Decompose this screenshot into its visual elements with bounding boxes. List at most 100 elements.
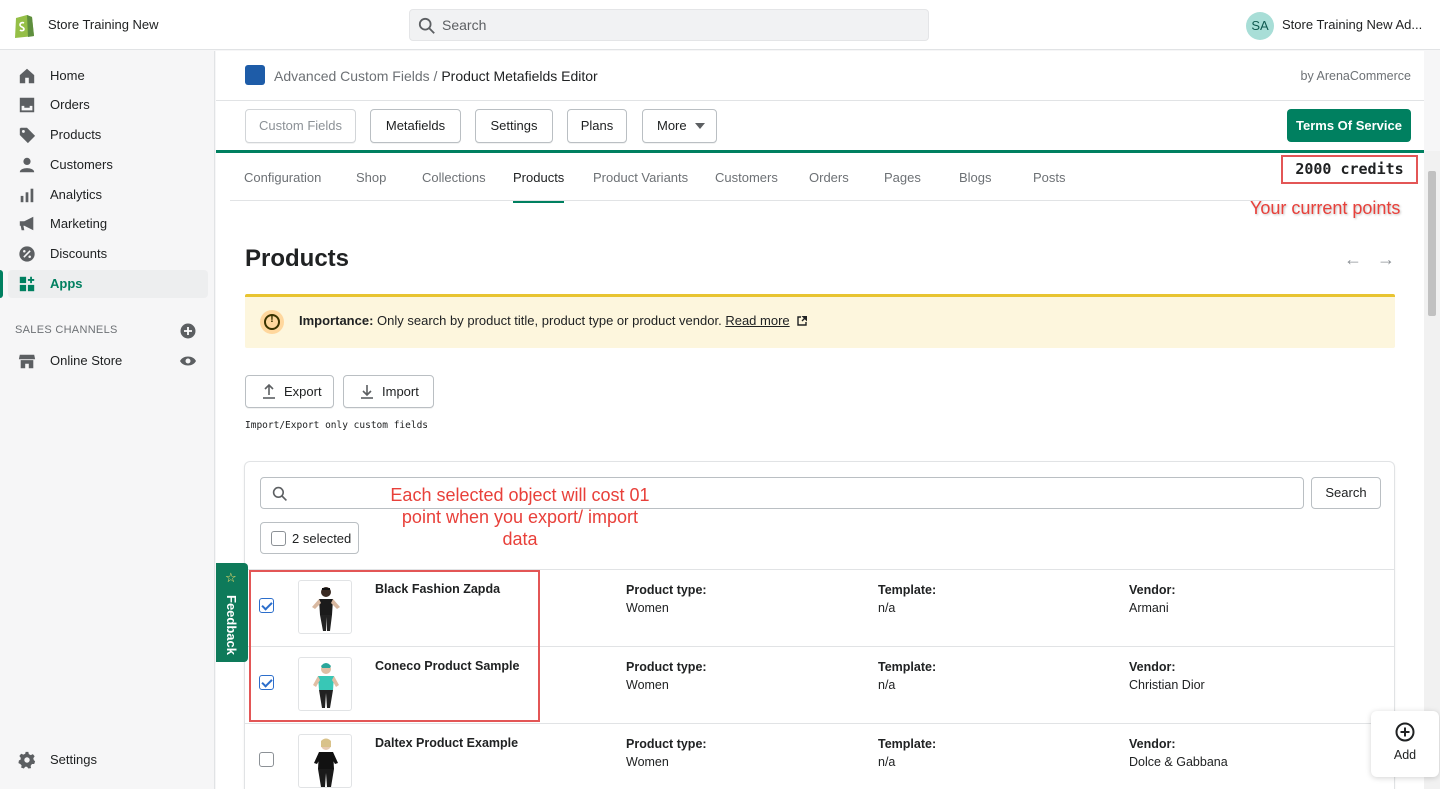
sidebar-item-label: Online Store — [50, 353, 123, 368]
tab-configuration[interactable]: Configuration — [244, 170, 321, 185]
feedback-label: Feedback — [224, 595, 239, 655]
sidebar-item-label: Home — [50, 68, 85, 83]
vendor-header: Vendor: — [1129, 737, 1176, 751]
settings-button[interactable]: Settings — [475, 109, 553, 143]
tab-collections[interactable]: Collections — [422, 170, 486, 185]
arrow-right-icon[interactable]: → — [1377, 249, 1395, 270]
scrollbar[interactable] — [1424, 151, 1440, 789]
app-byline: by ArenaCommerce — [1300, 69, 1411, 83]
product-type-value: Women — [626, 755, 669, 769]
plans-button[interactable]: Plans — [567, 109, 627, 143]
feedback-tab[interactable]: ☆ Feedback — [216, 563, 248, 662]
metafields-button[interactable]: Metafields — [370, 109, 461, 143]
resource-tabs: Configuration Shop Collections Products … — [230, 153, 1280, 203]
sidebar-item-label: Orders — [50, 97, 90, 112]
sidebar-item-label: Marketing — [50, 216, 108, 231]
product-type-value: Women — [626, 601, 669, 615]
bar-chart-icon — [20, 188, 34, 203]
star-icon: ☆ — [225, 570, 237, 585]
tab-blogs[interactable]: Blogs — [959, 170, 992, 185]
home-icon — [19, 68, 35, 84]
tab-product-variants[interactable]: Product Variants — [593, 170, 688, 185]
add-button[interactable]: Add — [1371, 711, 1439, 777]
export-button[interactable]: Export — [245, 375, 334, 408]
add-channel-icon[interactable] — [180, 323, 196, 339]
scroll-thumb[interactable] — [1428, 171, 1436, 316]
sidebar-item-label: Customers — [50, 157, 113, 172]
user-menu[interactable]: Store Training New Ad... — [1282, 17, 1422, 32]
sidebar-item-label: Analytics — [50, 187, 103, 202]
download-icon — [361, 385, 373, 399]
eye-icon[interactable] — [179, 354, 197, 368]
more-label: More — [657, 118, 687, 133]
avatar[interactable]: SA — [1246, 12, 1274, 40]
vendor-header: Vendor: — [1129, 660, 1176, 674]
shopify-logo-icon[interactable] — [12, 12, 36, 38]
caret-down-icon — [695, 123, 705, 129]
tab-posts[interactable]: Posts — [1033, 170, 1066, 185]
search-placeholder: Search — [442, 17, 487, 33]
import-label: Import — [382, 384, 419, 399]
sidebar-item-marketing[interactable]: Marketing — [8, 210, 208, 238]
vendor-value: Armani — [1129, 601, 1169, 615]
product-type-header: Product type: — [626, 583, 707, 597]
app-header: Advanced Custom Fields / Product Metafie… — [216, 51, 1424, 101]
tab-shop[interactable]: Shop — [356, 170, 386, 185]
store-name[interactable]: Store Training New — [48, 17, 159, 32]
credits-badge: 2000 credits — [1281, 155, 1418, 184]
sidebar: Home Orders Products Customers Analytics… — [0, 51, 215, 789]
add-label: Add — [1393, 748, 1417, 762]
sidebar-item-discounts[interactable]: Discounts — [8, 240, 208, 268]
breadcrumb-parent[interactable]: Advanced Custom Fields — [274, 68, 430, 84]
sidebar-item-online-store[interactable]: Online Store — [8, 347, 208, 375]
sidebar-item-orders[interactable]: Orders — [8, 91, 208, 119]
megaphone-icon — [19, 216, 34, 231]
app-toolbar: Custom Fields Metafields Settings Plans … — [216, 102, 1424, 150]
tab-orders[interactable]: Orders — [809, 170, 849, 185]
product-type-header: Product type: — [626, 737, 707, 751]
tab-pages[interactable]: Pages — [884, 170, 921, 185]
search-icon — [418, 17, 435, 34]
template-value: n/a — [878, 755, 896, 769]
product-thumbnail — [298, 734, 352, 788]
upload-icon — [263, 384, 275, 399]
external-link-icon[interactable] — [797, 315, 808, 326]
template-value: n/a — [878, 678, 896, 692]
template-header: Template: — [878, 737, 937, 751]
product-type-value: Women — [626, 678, 669, 692]
arrow-left-icon[interactable]: ← — [1344, 249, 1362, 270]
vendor-header: Vendor: — [1129, 583, 1176, 597]
more-button[interactable]: More — [642, 109, 717, 143]
tab-customers[interactable]: Customers — [715, 170, 778, 185]
search-button[interactable]: Search — [1311, 477, 1381, 509]
sidebar-item-analytics[interactable]: Analytics — [8, 181, 208, 209]
product-name[interactable]: Daltex Product Example — [375, 736, 518, 750]
sidebar-item-products[interactable]: Products — [8, 121, 208, 149]
sidebar-item-home[interactable]: Home — [8, 62, 208, 90]
sidebar-item-apps[interactable]: Apps — [0, 270, 208, 298]
orders-icon — [19, 97, 35, 113]
person-icon — [19, 157, 35, 173]
sidebar-item-customers[interactable]: Customers — [8, 151, 208, 179]
select-all-checkbox[interactable] — [271, 531, 286, 546]
banner-message: Only search by product title, product ty… — [373, 313, 726, 328]
breadcrumb-current: Product Metafields Editor — [441, 68, 598, 84]
custom-fields-button[interactable]: Custom Fields — [245, 109, 356, 143]
cost-annotation: Each selected object will cost 01 point … — [390, 485, 650, 549]
table-row[interactable]: Daltex Product Example Product type: Wom… — [245, 723, 1394, 789]
import-button[interactable]: Import — [343, 375, 434, 408]
tag-icon — [19, 127, 36, 144]
sidebar-item-settings[interactable]: Settings — [8, 746, 208, 774]
sales-channels-title: SALES CHANNELS — [15, 324, 118, 336]
store-icon — [18, 354, 36, 369]
page-title: Products — [245, 245, 350, 272]
bulk-select-button[interactable]: 2 selected — [260, 522, 359, 554]
template-header: Template: — [878, 660, 937, 674]
global-search-input[interactable]: Search — [409, 9, 929, 41]
row-checkbox[interactable] — [259, 752, 274, 767]
breadcrumb: Advanced Custom Fields / Product Metafie… — [274, 68, 598, 84]
read-more-link[interactable]: Read more — [725, 313, 789, 328]
terms-of-service-button[interactable]: Terms Of Service — [1287, 109, 1411, 142]
tab-products[interactable]: Products — [513, 170, 565, 203]
apps-icon — [19, 276, 35, 292]
